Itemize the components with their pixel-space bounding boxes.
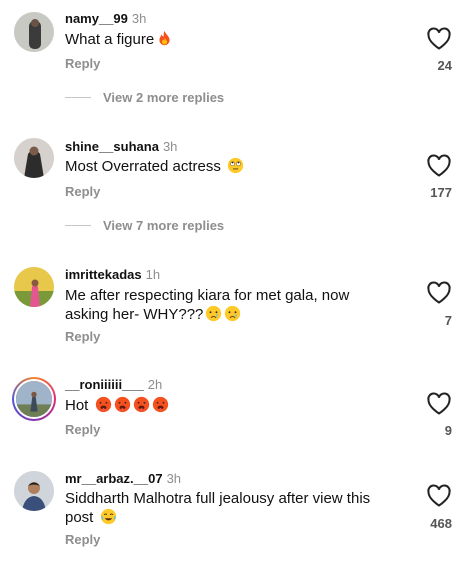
face-with-rolling-eyes-emoji-icon — [227, 157, 244, 174]
comment-body: Hot — [65, 397, 89, 414]
heart-outline-icon[interactable] — [426, 27, 452, 51]
comment-header: __roniiiiii___ 2h — [65, 377, 162, 392]
comment-header: imrittekadas 1h — [65, 267, 160, 282]
avatar-photo — [16, 381, 52, 417]
hot-face-emoji-icon — [133, 396, 149, 413]
timestamp: 3h — [162, 139, 178, 154]
avatar-photo — [14, 12, 54, 52]
avatar[interactable] — [14, 471, 54, 511]
timestamp: 1h — [145, 267, 161, 282]
username[interactable]: mr__arbaz.__07 — [65, 471, 163, 486]
timestamp: 3h — [166, 471, 182, 486]
crying-face-emoji-icon — [225, 305, 241, 322]
avatar-photo — [14, 471, 54, 511]
comment-body: What a figure — [65, 31, 155, 48]
reply-button[interactable]: Reply — [65, 532, 100, 547]
like-count: 468 — [430, 516, 452, 531]
avatar[interactable] — [14, 267, 54, 307]
comment-text: Siddharth Malhotra full jealousy after v… — [65, 489, 395, 527]
username[interactable]: __roniiiiii___ — [65, 377, 144, 392]
view-more-replies[interactable]: View 7 more replies — [65, 217, 224, 233]
comment-header: namy__99 3h — [65, 11, 146, 26]
heart-outline-icon[interactable] — [426, 484, 452, 508]
reply-button[interactable]: Reply — [65, 56, 100, 71]
comment-text: Hot — [65, 396, 395, 415]
divider-line — [65, 96, 91, 98]
divider-line — [65, 224, 91, 226]
avatar — [14, 379, 54, 419]
like-count: 177 — [430, 185, 452, 200]
comment-header: mr__arbaz.__07 3h — [65, 471, 181, 486]
username[interactable]: imrittekadas — [65, 267, 142, 282]
tears-of-joy-emoji-icon — [100, 508, 116, 525]
comment-text: What a figure — [65, 30, 395, 49]
reply-button[interactable]: Reply — [65, 184, 100, 199]
timestamp: 2h — [147, 377, 163, 392]
timestamp: 3h — [131, 11, 147, 26]
view-more-replies-label[interactable]: View 2 more replies — [103, 90, 224, 105]
comment-header: shine__suhana 3h — [65, 139, 177, 154]
avatar[interactable] — [14, 12, 54, 52]
avatar-photo — [14, 138, 54, 178]
username[interactable]: namy__99 — [65, 11, 128, 26]
heart-outline-icon[interactable] — [426, 281, 452, 305]
fire-emoji-icon — [159, 30, 170, 46]
like-count: 7 — [444, 313, 452, 328]
reply-button[interactable]: Reply — [65, 422, 100, 437]
comment-text: Me after respecting kiara for met gala, … — [65, 286, 385, 324]
reply-button[interactable]: Reply — [65, 329, 100, 344]
avatar-photo — [14, 267, 54, 307]
like-count: 24 — [437, 58, 452, 73]
hot-face-emoji-icon — [114, 396, 130, 413]
view-more-replies-label[interactable]: View 7 more replies — [103, 218, 224, 233]
comment-text: Most Overrated actress — [65, 157, 395, 176]
comment-body: Most Overrated actress — [65, 158, 221, 175]
username[interactable]: shine__suhana — [65, 139, 159, 154]
hot-face-emoji-icon — [152, 396, 168, 413]
crying-face-emoji-icon — [206, 305, 222, 322]
view-more-replies[interactable]: View 2 more replies — [65, 89, 224, 105]
avatar[interactable] — [14, 138, 54, 178]
hot-face-emoji-icon — [95, 396, 111, 413]
heart-outline-icon[interactable] — [426, 392, 452, 416]
like-count: 9 — [444, 423, 452, 438]
heart-outline-icon[interactable] — [426, 154, 452, 178]
avatar-story-ring[interactable] — [12, 377, 56, 421]
